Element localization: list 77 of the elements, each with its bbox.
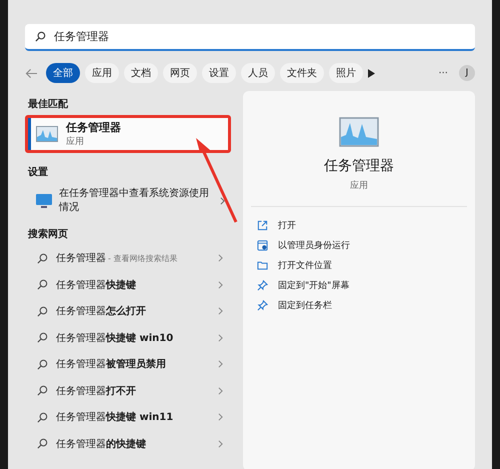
web-suggestion[interactable]: 任务管理器的快捷键 — [25, 430, 231, 457]
chevron-icon — [220, 197, 225, 205]
action-item[interactable]: 固定到"开始"屏幕 — [257, 275, 461, 295]
filter-tab[interactable]: 应用 — [85, 63, 119, 83]
search-icon — [37, 438, 48, 450]
search-text: 任务管理器 — [54, 29, 109, 44]
search-icon — [37, 252, 48, 264]
search-icon — [37, 412, 48, 423]
folder-icon — [257, 260, 268, 270]
action-label: 以管理员身份运行 — [278, 240, 350, 252]
search-icon — [37, 358, 48, 370]
suggestion-text: 任务管理器快捷键 win11 — [56, 410, 174, 424]
avatar[interactable]: J — [459, 65, 475, 81]
pin-icon — [257, 280, 268, 290]
app-title: 任务管理器 — [324, 157, 394, 175]
settings-result[interactable]: 在任务管理器中查看系统资源使用情况 — [25, 183, 231, 221]
suggestion-text: 任务管理器怎么打开 — [56, 304, 146, 318]
web-suggestion[interactable]: 任务管理器快捷键 — [25, 272, 231, 298]
filter-tab[interactable]: 网页 — [163, 63, 197, 83]
action-label: 打开文件位置 — [278, 260, 332, 272]
suggestion-text: 任务管理器打不开 — [56, 384, 136, 398]
chart-icon — [339, 117, 379, 147]
suggestion-text: 任务管理器的快捷键 — [56, 438, 146, 451]
window-icon — [257, 240, 268, 250]
web-suggestion[interactable]: 任务管理器快捷键 win10 — [25, 324, 231, 351]
action-label: 打开 — [278, 220, 296, 232]
action-label: 固定到"开始"屏幕 — [278, 280, 350, 292]
action-item[interactable]: 固定到任务栏 — [257, 295, 461, 315]
chevron-icon — [218, 440, 223, 448]
filter-tab[interactable]: 文档 — [124, 63, 158, 83]
search-icon — [35, 31, 46, 42]
result-text: 在任务管理器中查看系统资源使用情况 — [59, 187, 210, 215]
filter-tab[interactable]: 全部 — [46, 63, 80, 83]
web-suggestion[interactable]: 任务管理器快捷键 win11 — [25, 404, 231, 430]
chevron-icon — [218, 254, 223, 262]
app-title: 任务管理器 — [66, 120, 121, 135]
action-item[interactable]: 打开文件位置 — [257, 255, 461, 275]
filter-tab[interactable]: 设置 — [202, 63, 236, 83]
search-icon — [37, 306, 48, 317]
chevron-icon — [218, 413, 223, 422]
search-icon — [37, 332, 48, 344]
suggestion-text: 任务管理器快捷键 — [56, 278, 136, 292]
filter-tab[interactable]: 照片 — [329, 63, 363, 83]
section-heading: 搜索网页 — [26, 228, 69, 242]
app-type: 应用 — [66, 136, 84, 148]
suggestion-text: 任务管理器被管理员禁用 — [56, 358, 166, 372]
monitor-icon — [35, 193, 53, 209]
web-suggestion[interactable]: 任务管理器 - 查看网络搜索结果 — [25, 245, 231, 272]
search-field[interactable]: 任务管理器 — [25, 24, 475, 51]
web-suggestion[interactable]: 任务管理器打不开 — [25, 378, 231, 404]
play-icon[interactable] — [368, 68, 375, 78]
chevron-icon — [218, 307, 223, 316]
chart-icon — [36, 126, 58, 142]
search-icon — [37, 385, 48, 396]
action-label: 固定到任务栏 — [278, 300, 332, 312]
filter-tab[interactable]: 文件夹 — [280, 63, 324, 83]
app-type: 应用 — [350, 180, 368, 192]
action-item[interactable]: 以管理员身份运行 — [257, 235, 461, 255]
more-button[interactable]: ··· — [432, 68, 454, 78]
search-icon — [37, 279, 48, 290]
web-suggestion[interactable]: 任务管理器被管理员禁用 — [25, 351, 231, 378]
back-icon[interactable] — [25, 68, 38, 78]
section-heading: 设置 — [26, 166, 49, 180]
chevron-icon — [218, 360, 223, 368]
suggestion-text: 任务管理器快捷键 win10 — [56, 332, 174, 345]
chevron-icon — [218, 280, 223, 289]
action-item[interactable]: 打开 — [257, 215, 461, 235]
open-icon — [257, 220, 268, 230]
best-match-item[interactable]: 任务管理器 应用 — [25, 115, 231, 153]
chevron-icon — [218, 334, 223, 342]
chevron-icon — [218, 386, 223, 395]
filter-tab[interactable]: 人员 — [241, 63, 275, 83]
suggestion-text: 任务管理器 — [56, 252, 106, 266]
suggestion-hint: - 查看网络搜索结果 — [108, 252, 178, 264]
web-suggestion[interactable]: 任务管理器怎么打开 — [25, 298, 231, 324]
section-heading: 最佳匹配 — [27, 98, 69, 112]
pin-icon — [257, 300, 268, 310]
